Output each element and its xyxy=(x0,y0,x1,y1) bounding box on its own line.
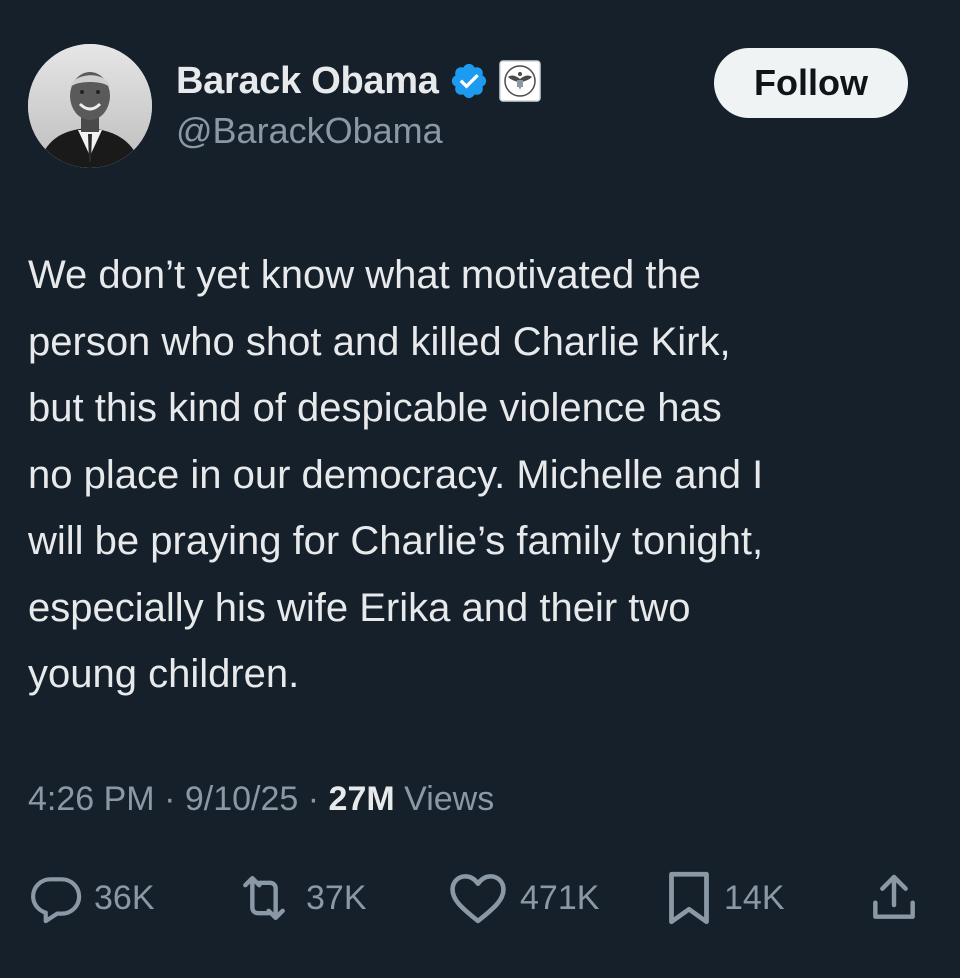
bookmark-button[interactable]: 14K xyxy=(664,868,785,928)
reply-icon xyxy=(31,877,82,924)
bookmark-count: 14K xyxy=(724,878,785,917)
post-text-line: person who shot and killed Charlie Kirk, xyxy=(28,319,731,364)
post-text-line: We don’t yet know what motivated the xyxy=(28,253,701,297)
share-icon xyxy=(873,874,915,919)
post-text: We don’t yet know what motivated the per… xyxy=(28,242,938,708)
meta-separator: · xyxy=(164,780,176,818)
views-count[interactable]: 27M xyxy=(329,780,395,818)
heart-icon xyxy=(450,874,506,924)
follow-button[interactable]: Follow xyxy=(714,48,908,118)
verified-badge-icon[interactable] xyxy=(449,61,489,101)
post-date[interactable]: 9/10/25 xyxy=(185,780,298,818)
like-button[interactable]: 471K xyxy=(446,868,599,928)
post-text-line: young children. xyxy=(28,652,300,696)
reply-count: 36K xyxy=(94,878,155,917)
government-seal-icon[interactable] xyxy=(498,60,541,102)
meta-separator: · xyxy=(307,780,320,818)
author-display-name[interactable]: Barack Obama xyxy=(176,60,439,103)
post-text-line: but this kind of despicable violence has xyxy=(28,386,722,430)
action-bar: 36K 37K 471K 14K xyxy=(0,868,960,928)
views-label: Views xyxy=(404,780,495,818)
repost-button[interactable]: 37K xyxy=(232,868,367,928)
avatar[interactable] xyxy=(28,44,152,168)
reply-button[interactable]: 36K xyxy=(28,868,155,928)
post-time[interactable]: 4:26 PM xyxy=(28,780,155,818)
repost-count: 37K xyxy=(306,878,367,917)
share-button[interactable] xyxy=(866,868,922,928)
post-meta: 4:26 PM · 9/10/25 · 27M Views xyxy=(28,780,494,819)
author-handle[interactable]: @BarackObama xyxy=(176,110,443,152)
author-name-row: Barack Obama xyxy=(176,56,541,106)
post-text-line: will be praying for Charlie’s family ton… xyxy=(28,519,764,563)
post-text-line: no place in our democracy. Michelle and … xyxy=(28,452,764,497)
bookmark-icon xyxy=(669,871,709,925)
avatar-image xyxy=(28,44,152,168)
post-text-line: especially his wife Erika and their two xyxy=(28,585,691,630)
repost-icon xyxy=(243,875,285,921)
like-count: 471K xyxy=(520,878,600,917)
post-card: Barack Obama @BarackObama Follow We don’… xyxy=(0,0,960,978)
